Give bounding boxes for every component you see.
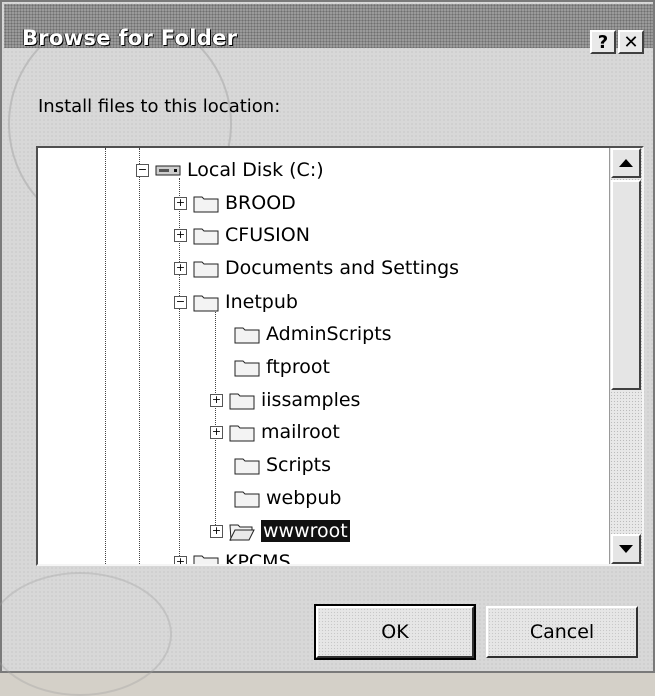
tree-item-iissamples[interactable]: + iissamples: [210, 386, 360, 414]
folder-icon: [234, 458, 260, 475]
cancel-button[interactable]: Cancel: [486, 606, 638, 658]
tree-item-label: Scripts: [266, 454, 332, 476]
tree-item-mailroot[interactable]: + mailroot: [210, 418, 340, 446]
expand-icon[interactable]: +: [210, 524, 223, 538]
tree-item-scripts[interactable]: Scripts: [234, 451, 331, 479]
tree-item-kpcms[interactable]: + KPCMS: [174, 548, 291, 564]
tree-item-label: Documents and Settings: [225, 257, 460, 279]
arrow-up-icon: [619, 159, 633, 167]
tree-content: − Local Disk (C:) + BROOD + CFUSION + Do…: [38, 148, 610, 564]
instruction-text: Install files to this location:: [38, 96, 281, 117]
tree-item-adminscripts[interactable]: AdminScripts: [234, 320, 392, 348]
window-title: Browse for Folder: [22, 26, 238, 50]
folder-icon: [193, 295, 219, 312]
tree-item-ftproot[interactable]: ftproot: [234, 353, 330, 381]
folder-icon: [229, 393, 255, 410]
folder-icon: [193, 196, 219, 213]
scroll-up-button[interactable]: [611, 148, 641, 178]
expand-icon[interactable]: +: [210, 393, 223, 407]
scroll-thumb[interactable]: [611, 180, 641, 390]
tree-guide-line: [105, 148, 106, 564]
folder-icon: [229, 425, 255, 442]
collapse-icon[interactable]: −: [174, 295, 187, 309]
tree-item-wwwroot[interactable]: + wwwroot: [210, 517, 350, 545]
open-folder-icon: [229, 524, 255, 541]
tree-item-label: ftproot: [266, 356, 330, 378]
tree-item-local-disk[interactable]: − Local Disk (C:): [136, 156, 324, 184]
tree-item-label: mailroot: [261, 421, 340, 443]
tree-item-inetpub[interactable]: − Inetpub: [174, 288, 298, 316]
title-bar[interactable]: Browse for Folder ? ✕: [4, 4, 653, 54]
tree-item-label: Local Disk (C:): [187, 159, 324, 181]
tree-item-label: KPCMS: [225, 551, 291, 564]
folder-tree[interactable]: − Local Disk (C:) + BROOD + CFUSION + Do…: [36, 146, 644, 566]
scroll-down-button[interactable]: [611, 534, 641, 564]
help-button[interactable]: ?: [590, 30, 616, 54]
tree-item-cfusion[interactable]: + CFUSION: [174, 221, 310, 249]
folder-icon: [193, 261, 219, 278]
expand-icon[interactable]: +: [210, 425, 223, 439]
arrow-down-icon: [619, 545, 633, 553]
tree-item-label-selected: wwwroot: [261, 520, 350, 542]
folder-icon: [234, 491, 260, 508]
tree-item-webpub[interactable]: webpub: [234, 484, 341, 512]
expand-icon[interactable]: +: [174, 261, 187, 275]
close-button[interactable]: ✕: [618, 30, 644, 54]
ok-button[interactable]: OK: [314, 604, 476, 660]
browse-for-folder-dialog: Browse for Folder ? ✕ Install files to t…: [0, 0, 655, 696]
tree-item-label: AdminScripts: [266, 323, 392, 345]
tree-item-label: Inetpub: [225, 291, 298, 313]
expand-icon[interactable]: +: [174, 196, 187, 210]
collapse-icon[interactable]: −: [136, 163, 149, 177]
tree-guide-line: [139, 148, 140, 564]
tree-item-label: CFUSION: [225, 224, 310, 246]
tree-item-documents-and-settings[interactable]: + Documents and Settings: [174, 254, 459, 282]
tree-item-brood[interactable]: + BROOD: [174, 189, 296, 217]
folder-icon: [193, 228, 219, 245]
tree-item-label: webpub: [266, 487, 342, 509]
drive-icon: [155, 165, 181, 176]
folder-icon: [193, 555, 219, 564]
vertical-scrollbar[interactable]: [609, 148, 642, 564]
folder-icon: [234, 327, 260, 344]
tree-item-label: iissamples: [261, 389, 361, 411]
expand-icon[interactable]: +: [174, 228, 187, 242]
expand-icon[interactable]: +: [174, 555, 187, 564]
folder-icon: [234, 360, 260, 377]
watermark-circle: [0, 572, 172, 696]
tree-item-label: BROOD: [225, 192, 296, 214]
